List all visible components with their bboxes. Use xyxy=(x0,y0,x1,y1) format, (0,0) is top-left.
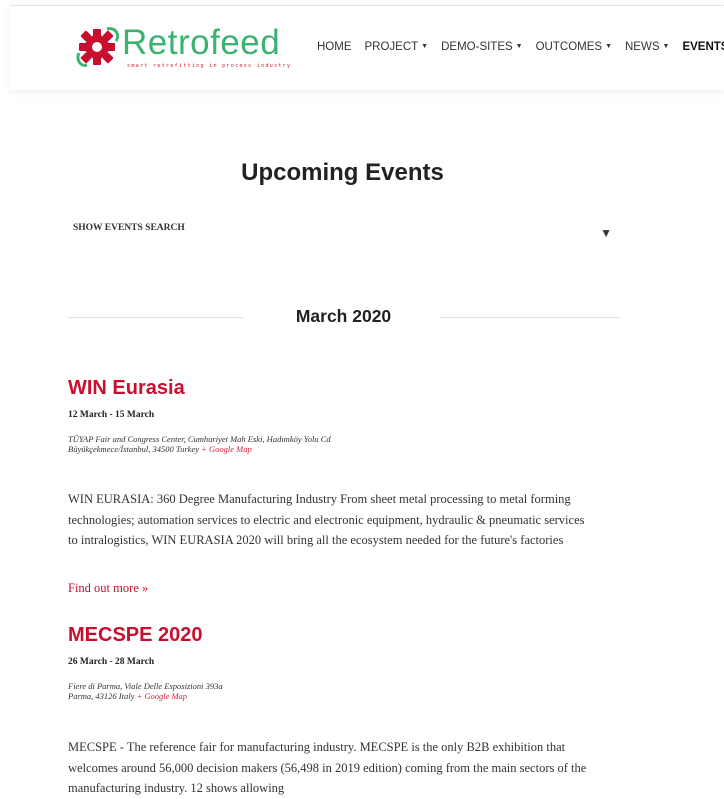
venue-city: Büyükçekmece/İstanbul, 34500 Turkey xyxy=(68,444,199,454)
site-header: Retrofeed smart retrofitting in process … xyxy=(10,6,724,90)
chevron-down-icon: ▼ xyxy=(605,43,612,50)
nav-demo-sites[interactable]: DEMO-SITES ▼ xyxy=(441,41,523,53)
venue-city: Parma, 43126 Italy xyxy=(68,691,135,701)
google-map-link[interactable]: + Google Map xyxy=(201,444,252,454)
nav-outcomes[interactable]: OUTCOMES ▼ xyxy=(536,41,612,53)
event-description: MECSPE - The reference fair for manufact… xyxy=(68,740,587,795)
venue-address: TÜYAP Fair and Congress Center, Cumhuriy… xyxy=(68,434,331,444)
event-venue: Fiere di Parma, Viale Delle Esposizioni … xyxy=(68,681,223,701)
event-item: WIN Eurasia 12 March - 15 March TÜYAP Fa… xyxy=(68,377,598,602)
nav-project[interactable]: PROJECT ▼ xyxy=(365,41,429,53)
logo-tagline: smart retrofitting in process industry xyxy=(127,63,292,69)
event-item: MECSPE 2020 26 March - 28 March Fiere di… xyxy=(68,624,598,797)
nav-events[interactable]: EVENTS xyxy=(682,41,724,53)
event-date: 26 March - 28 March xyxy=(68,657,155,667)
event-date: 12 March - 15 March xyxy=(68,410,155,420)
chevron-down-icon: ▼ xyxy=(600,226,612,240)
main-nav: HOME PROJECT ▼ DEMO-SITES ▼ OUTCOMES ▼ NEWS… xyxy=(317,41,724,53)
chevron-down-icon: ▼ xyxy=(515,43,523,50)
chevron-down-icon: ▼ xyxy=(421,43,429,50)
month-label: March 2020 xyxy=(295,306,392,326)
site-logo[interactable]: Retrofeed smart retrofitting in process … xyxy=(76,23,306,75)
gear-logo-icon xyxy=(76,27,120,67)
find-out-more-link[interactable]: Find out more » xyxy=(68,581,148,596)
page-title: Upcoming Events xyxy=(241,159,444,186)
event-venue: TÜYAP Fair and Congress Center, Cumhuriy… xyxy=(68,434,331,454)
event-description: WIN EURASIA: 360 Degree Manufacturing In… xyxy=(68,492,585,547)
chevron-down-icon: ▼ xyxy=(662,43,670,50)
month-separator: March 2020 xyxy=(67,306,620,328)
event-title-link[interactable]: WIN Eurasia xyxy=(68,377,185,400)
event-title-link[interactable]: MECSPE 2020 xyxy=(68,624,203,647)
google-map-link[interactable]: + Google Map xyxy=(136,691,187,701)
nav-news[interactable]: NEWS ▼ xyxy=(625,41,669,53)
search-toggle-label: SHOW EVENTS SEARCH xyxy=(73,223,185,233)
venue-address: Fiere di Parma, Viale Delle Esposizioni … xyxy=(68,681,223,691)
nav-home[interactable]: HOME xyxy=(317,41,352,53)
show-events-search-toggle[interactable]: SHOW EVENTS SEARCH ▼ xyxy=(73,223,618,240)
logo-wordmark: Retrofeed xyxy=(122,23,281,62)
